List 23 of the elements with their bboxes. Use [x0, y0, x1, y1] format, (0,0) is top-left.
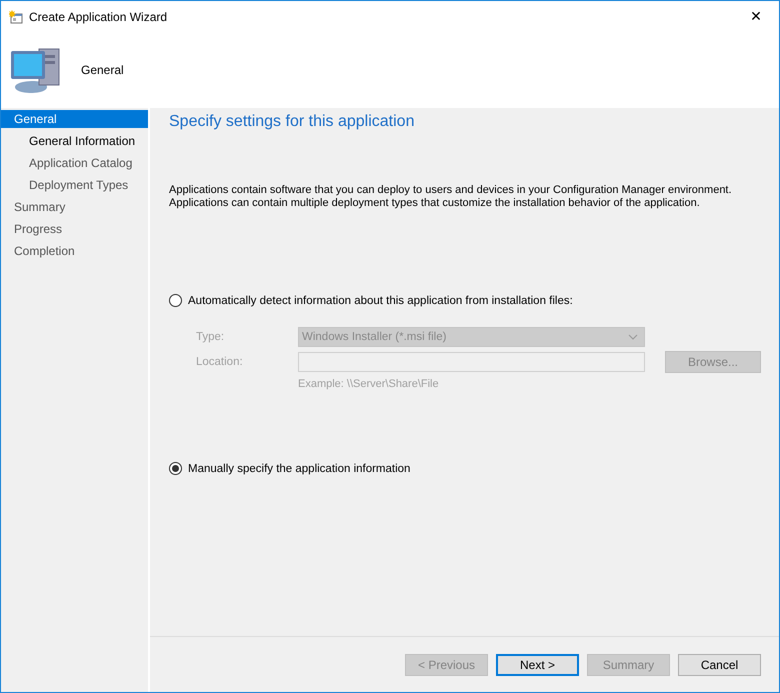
radio-button[interactable] — [169, 462, 182, 475]
page-title: General — [81, 62, 124, 76]
wizard-step: General — [1, 110, 148, 128]
wizard-icon — [9, 10, 23, 24]
radio-button[interactable] — [169, 294, 182, 307]
wizard-step: Completion — [1, 242, 148, 260]
type-label: Type: — [196, 331, 226, 343]
page-heading: Specify settings for this application — [169, 113, 416, 132]
window-title: Create Application Wizard — [29, 10, 168, 24]
wizard-step: Summary — [1, 198, 148, 216]
chevron-icon — [628, 334, 638, 340]
wizard-button[interactable]: Cancel — [678, 654, 761, 676]
example-text: Example: \\Server\Share\File — [298, 378, 440, 390]
wizard-step: Deployment Types — [1, 176, 148, 194]
option-label: Automatically detect information about this application from installation files: — [188, 294, 573, 306]
location-label: Location: — [196, 356, 244, 368]
description: Applications contain software that you can deploy to users and devices in your Configuration Manager environment. Applications can contain multiple deployment types that customize the installation behavior of the application. — [169, 184, 733, 210]
option-label: Manually specify the application information — [188, 462, 410, 474]
wizard-step: Application Catalog — [1, 154, 148, 172]
close-button[interactable]: ✕ — [733, 1, 779, 32]
wizard-step: Progress — [1, 220, 148, 238]
wizard-step: General Information — [1, 132, 148, 150]
wizard-button[interactable]: Next > — [496, 654, 579, 676]
